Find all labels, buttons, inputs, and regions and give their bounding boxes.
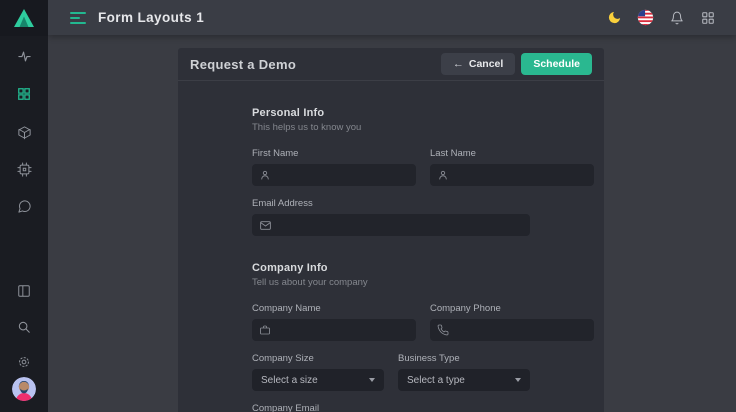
sidebar-item-layouts[interactable] bbox=[0, 278, 48, 304]
language-selector-button[interactable] bbox=[637, 9, 654, 26]
company-size-label: Company Size bbox=[252, 353, 384, 364]
theme-toggle-button[interactable] bbox=[606, 9, 623, 26]
schedule-button[interactable]: Schedule bbox=[521, 53, 592, 75]
sidebar-item-search[interactable] bbox=[0, 314, 48, 340]
notifications-button[interactable] bbox=[668, 9, 685, 26]
apps-menu-button[interactable] bbox=[699, 9, 716, 26]
main-content: Request a Demo ← Cancel Schedule Persona… bbox=[48, 35, 736, 412]
sidebar-item-settings[interactable] bbox=[0, 349, 48, 375]
company-phone-input[interactable] bbox=[455, 325, 587, 336]
us-flag-icon bbox=[637, 9, 654, 26]
menu-toggle-button[interactable] bbox=[70, 12, 86, 24]
cancel-button-label: Cancel bbox=[469, 58, 503, 70]
last-name-field: Last Name bbox=[430, 148, 594, 186]
briefcase-icon bbox=[259, 324, 271, 336]
personal-info-section-header: Personal Info This helps us to know you bbox=[252, 107, 530, 133]
company-name-label: Company Name bbox=[252, 303, 416, 314]
business-type-select[interactable]: Select a type bbox=[398, 369, 530, 391]
company-name-field: Company Name bbox=[252, 303, 416, 341]
email-field: Email Address bbox=[252, 198, 530, 236]
request-demo-card: Request a Demo ← Cancel Schedule Persona… bbox=[178, 48, 604, 412]
company-size-placeholder: Select a size bbox=[261, 375, 369, 386]
chat-icon bbox=[17, 199, 32, 214]
company-info-section-header: Company Info Tell us about your company bbox=[252, 262, 530, 288]
section-heading: Company Info bbox=[252, 262, 530, 274]
columns-layout-icon bbox=[17, 284, 31, 298]
user-avatar[interactable] bbox=[12, 377, 36, 401]
sidebar-item-elements[interactable] bbox=[0, 156, 48, 182]
business-type-placeholder: Select a type bbox=[407, 375, 515, 386]
cpu-icon bbox=[17, 162, 32, 177]
company-email-field: Company Email bbox=[252, 403, 530, 412]
company-size-field: Company Size Select a size bbox=[252, 353, 384, 391]
cancel-button[interactable]: ← Cancel bbox=[441, 53, 515, 75]
hamburger-icon bbox=[70, 12, 86, 14]
card-title: Request a Demo bbox=[190, 57, 296, 72]
avatar-image bbox=[12, 377, 36, 401]
phone-icon bbox=[437, 324, 449, 336]
package-icon bbox=[17, 125, 32, 140]
business-type-field: Business Type Select a type bbox=[398, 353, 530, 391]
email-input[interactable] bbox=[278, 220, 523, 231]
last-name-label: Last Name bbox=[430, 148, 594, 159]
moon-icon bbox=[607, 10, 622, 25]
section-subheading: Tell us about your company bbox=[252, 277, 530, 288]
settings-icon bbox=[17, 355, 31, 369]
company-phone-label: Company Phone bbox=[430, 303, 594, 314]
logo-triangle-icon bbox=[13, 8, 35, 28]
card-actions: ← Cancel Schedule bbox=[441, 53, 592, 75]
company-name-input[interactable] bbox=[277, 325, 409, 336]
section-heading: Personal Info bbox=[252, 107, 530, 119]
chevron-down-icon bbox=[369, 378, 375, 382]
bell-icon bbox=[670, 11, 684, 25]
search-icon bbox=[17, 320, 31, 334]
left-arrow-icon: ← bbox=[453, 59, 464, 70]
app-logo[interactable] bbox=[0, 0, 48, 36]
email-label: Email Address bbox=[252, 198, 530, 209]
apps-grid-icon bbox=[701, 11, 715, 25]
last-name-input[interactable] bbox=[455, 170, 587, 181]
top-header-bar: Form Layouts 1 bbox=[48, 0, 736, 35]
business-type-label: Business Type bbox=[398, 353, 530, 364]
person-icon bbox=[259, 169, 271, 181]
company-email-label: Company Email bbox=[252, 403, 530, 412]
section-subheading: This helps us to know you bbox=[252, 122, 530, 133]
sidebar bbox=[0, 0, 48, 412]
card-header: Request a Demo ← Cancel Schedule bbox=[178, 48, 604, 81]
sidebar-item-activity[interactable] bbox=[0, 43, 48, 69]
activity-icon bbox=[17, 49, 32, 64]
sidebar-item-components[interactable] bbox=[0, 119, 48, 145]
demo-form: Personal Info This helps us to know you … bbox=[252, 107, 530, 412]
company-phone-field: Company Phone bbox=[430, 303, 594, 341]
chevron-down-icon bbox=[515, 378, 521, 382]
first-name-field: First Name bbox=[252, 148, 416, 186]
first-name-label: First Name bbox=[252, 148, 416, 159]
dashboard-grid-icon bbox=[17, 87, 31, 101]
page-title: Form Layouts 1 bbox=[98, 10, 204, 25]
sidebar-item-chat[interactable] bbox=[0, 193, 48, 219]
first-name-input[interactable] bbox=[277, 170, 409, 181]
sidebar-item-dashboard[interactable] bbox=[0, 81, 48, 107]
mail-icon bbox=[259, 219, 272, 232]
schedule-button-label: Schedule bbox=[533, 58, 580, 70]
company-size-select[interactable]: Select a size bbox=[252, 369, 384, 391]
topbar-actions bbox=[606, 9, 716, 26]
person-icon bbox=[437, 169, 449, 181]
